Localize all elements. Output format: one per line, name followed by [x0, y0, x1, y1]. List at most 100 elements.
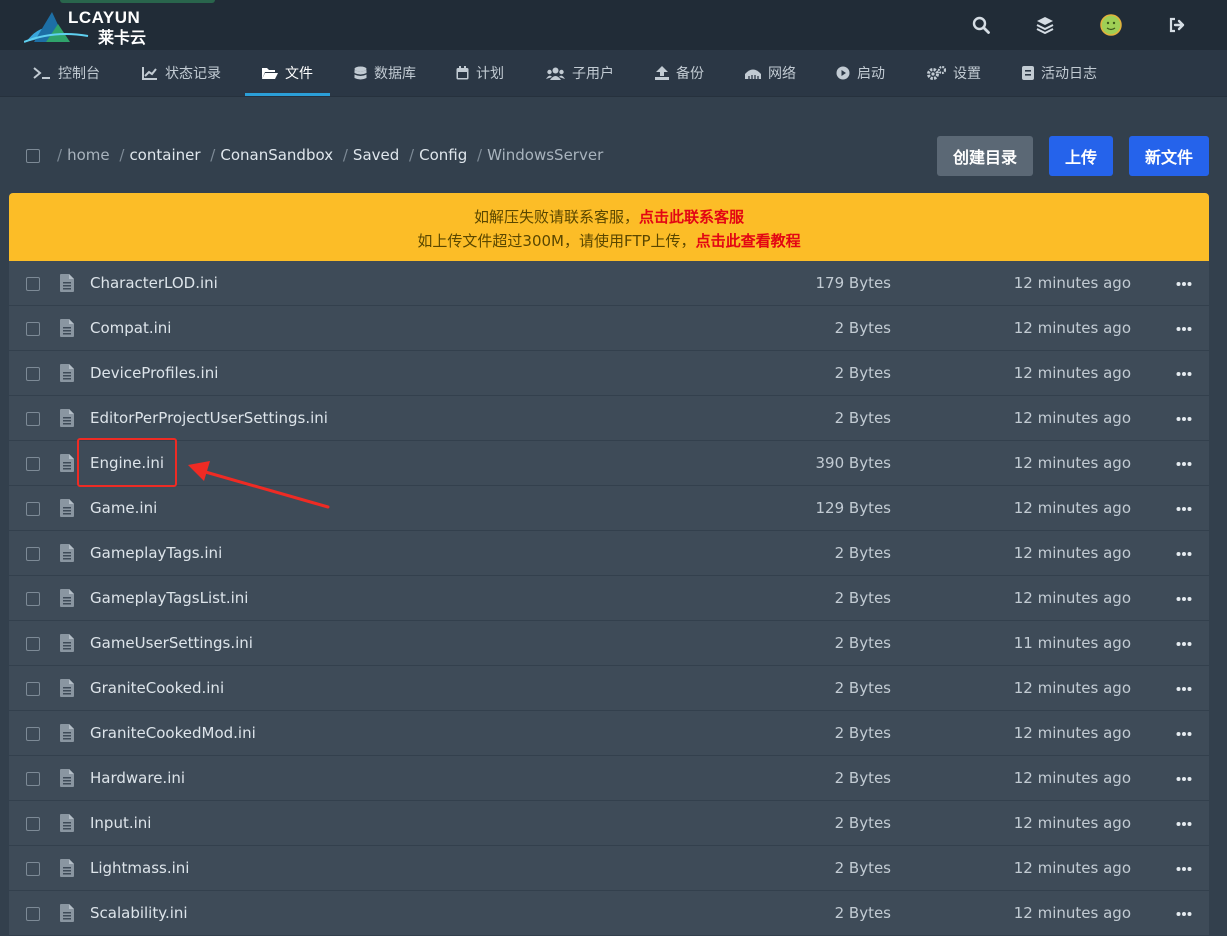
breadcrumb-saved[interactable]: Saved: [353, 146, 399, 164]
breadcrumb-separator: /: [409, 146, 415, 164]
avatar[interactable]: [1099, 13, 1123, 37]
more-options-icon[interactable]: [1175, 545, 1193, 563]
file-row[interactable]: GraniteCooked.ini 2 Bytes 12 minutes ago: [9, 666, 1209, 711]
nav-item-console[interactable]: 控制台: [33, 50, 100, 96]
search-icon[interactable]: [969, 13, 993, 37]
file-name[interactable]: DeviceProfiles.ini: [90, 364, 218, 382]
more-options-icon[interactable]: [1175, 725, 1193, 743]
file-row[interactable]: GameplayTagsList.ini 2 Bytes 12 minutes ag…: [9, 576, 1209, 621]
select-all-checkbox[interactable]: [26, 149, 40, 163]
file-list: CharacterLOD.ini 179 Bytes 12 minutes ago C…: [9, 261, 1209, 936]
more-options-icon[interactable]: [1175, 500, 1193, 518]
nav-item-network[interactable]: 网络: [745, 50, 796, 96]
file-row[interactable]: Compat.ini 2 Bytes 12 minutes ago: [9, 306, 1209, 351]
file-name[interactable]: GraniteCookedMod.ini: [90, 724, 256, 742]
ftp-tutorial-link[interactable]: 点击此查看教程: [696, 232, 801, 250]
file-row[interactable]: GraniteCookedMod.ini 2 Bytes 12 minutes ag…: [9, 711, 1209, 756]
more-options-icon[interactable]: [1175, 770, 1193, 788]
nav-item-database[interactable]: 数据库: [354, 50, 416, 96]
file-modified-time: 12 minutes ago: [1013, 859, 1131, 877]
file-row[interactable]: GameplayTags.ini 2 Bytes 12 minutes ago: [9, 531, 1209, 576]
breadcrumb-home[interactable]: home: [67, 146, 110, 164]
row-checkbox[interactable]: [26, 772, 40, 786]
file-icon: [60, 499, 74, 517]
row-checkbox[interactable]: [26, 412, 40, 426]
more-options-icon[interactable]: [1175, 320, 1193, 338]
more-options-icon[interactable]: [1175, 635, 1193, 653]
file-row[interactable]: GameUserSettings.ini 2 Bytes 11 minutes ag…: [9, 621, 1209, 666]
new-file-button[interactable]: 新文件: [1129, 136, 1209, 176]
more-options-icon[interactable]: [1175, 365, 1193, 383]
more-options-icon[interactable]: [1175, 905, 1193, 923]
file-modified-time: 12 minutes ago: [1013, 319, 1131, 337]
notice-banner: 如解压失败请联系客服，点击此联系客服 如上传文件超过300M，请使用FTP上传，…: [9, 193, 1209, 261]
file-row[interactable]: Lightmass.ini 2 Bytes 12 minutes ago: [9, 846, 1209, 891]
more-options-icon[interactable]: [1175, 455, 1193, 473]
file-row[interactable]: Input.ini 2 Bytes 12 minutes ago: [9, 801, 1209, 846]
notice-text: 如解压失败请联系客服，: [473, 208, 639, 226]
more-options-icon[interactable]: [1175, 410, 1193, 428]
nav-item-backup[interactable]: 备份: [655, 50, 704, 96]
file-name[interactable]: Lightmass.ini: [90, 859, 189, 877]
row-checkbox[interactable]: [26, 322, 40, 336]
more-options-icon[interactable]: [1175, 590, 1193, 608]
contact-support-link[interactable]: 点击此联系客服: [639, 208, 744, 226]
file-name[interactable]: Hardware.ini: [90, 769, 185, 787]
more-options-icon[interactable]: [1175, 275, 1193, 293]
network-icon: [745, 69, 761, 79]
file-row[interactable]: Hardware.ini 2 Bytes 12 minutes ago: [9, 756, 1209, 801]
file-row[interactable]: EditorPerProjectUserSettings.ini 2 Bytes 1…: [9, 396, 1209, 441]
upload-button[interactable]: 上传: [1049, 136, 1113, 176]
file-modified-time: 12 minutes ago: [1013, 814, 1131, 832]
file-name[interactable]: Compat.ini: [90, 319, 171, 337]
row-checkbox[interactable]: [26, 682, 40, 696]
row-checkbox[interactable]: [26, 457, 40, 471]
row-checkbox[interactable]: [26, 817, 40, 831]
file-modified-time: 12 minutes ago: [1013, 409, 1131, 427]
file-name[interactable]: GraniteCooked.ini: [90, 679, 224, 697]
nav-item-files[interactable]: 文件: [261, 50, 313, 96]
file-row[interactable]: DeviceProfiles.ini 2 Bytes 12 minutes ago: [9, 351, 1209, 396]
file-modified-time: 12 minutes ago: [1013, 274, 1131, 292]
more-options-icon[interactable]: [1175, 815, 1193, 833]
logout-icon[interactable]: [1165, 13, 1189, 37]
more-options-icon[interactable]: [1175, 860, 1193, 878]
row-checkbox[interactable]: [26, 727, 40, 741]
row-checkbox[interactable]: [26, 547, 40, 561]
nav-item-settings[interactable]: 设置: [927, 50, 981, 96]
nav-label: 启动: [857, 66, 885, 82]
breadcrumb-conansandbox[interactable]: ConanSandbox: [220, 146, 333, 164]
breadcrumb-config[interactable]: Config: [419, 146, 467, 164]
row-checkbox[interactable]: [26, 502, 40, 516]
file-modified-time: 12 minutes ago: [1013, 769, 1131, 787]
file-row[interactable]: CharacterLOD.ini 179 Bytes 12 minutes ago: [9, 261, 1209, 306]
row-checkbox[interactable]: [26, 862, 40, 876]
nav-item-activity-log[interactable]: 活动日志: [1022, 50, 1097, 96]
file-row[interactable]: Scalability.ini 2 Bytes 12 minutes ago: [9, 891, 1209, 936]
row-checkbox[interactable]: [26, 907, 40, 921]
file-size: 2 Bytes: [834, 544, 891, 562]
top-accent-glow: [60, 0, 215, 3]
file-name[interactable]: Scalability.ini: [90, 904, 188, 922]
file-name[interactable]: CharacterLOD.ini: [90, 274, 218, 292]
layers-icon[interactable]: [1033, 13, 1057, 37]
row-checkbox[interactable]: [26, 592, 40, 606]
more-options-icon[interactable]: [1175, 680, 1193, 698]
nav-item-startup[interactable]: 启动: [836, 50, 885, 96]
file-name[interactable]: GameUserSettings.ini: [90, 634, 253, 652]
create-directory-button[interactable]: 创建目录: [937, 136, 1033, 176]
file-name[interactable]: Input.ini: [90, 814, 151, 832]
file-name[interactable]: GameplayTags.ini: [90, 544, 222, 562]
file-name[interactable]: GameplayTagsList.ini: [90, 589, 248, 607]
file-name[interactable]: Game.ini: [90, 499, 157, 517]
row-checkbox[interactable]: [26, 637, 40, 651]
row-checkbox[interactable]: [26, 277, 40, 291]
nav-item-status[interactable]: 状态记录: [142, 50, 221, 96]
row-checkbox[interactable]: [26, 367, 40, 381]
nav-item-schedule[interactable]: 计划: [456, 50, 504, 96]
nav-item-subusers[interactable]: 子用户: [546, 50, 614, 96]
breadcrumb-container[interactable]: container: [129, 146, 200, 164]
file-name[interactable]: EditorPerProjectUserSettings.ini: [90, 409, 328, 427]
active-tab-indicator: [245, 93, 330, 96]
brand-logo[interactable]: LCAYUN 莱卡云: [24, 6, 164, 47]
